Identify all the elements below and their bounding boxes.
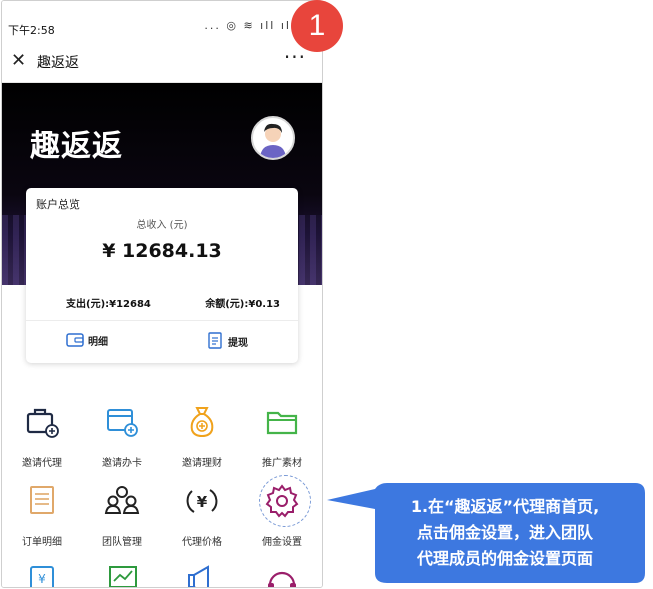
status-icons: ... ◎ ≋ ıll ıll: [204, 19, 296, 32]
more-menu-icon[interactable]: ···: [284, 45, 306, 69]
callout-line-3: 代理成员的佣金设置页面: [416, 549, 593, 568]
yuan-refresh-icon: ¥: [186, 489, 218, 513]
withdraw-label: 提现: [228, 337, 248, 349]
detail-button[interactable]: 明细: [66, 332, 108, 348]
grid-item-team-manage[interactable]: 团队管理: [82, 481, 162, 548]
balance-value: 余额(元):¥0.13: [205, 299, 280, 310]
megaphone-icon: [188, 565, 209, 587]
grid-label: 订单明细: [22, 537, 62, 548]
brand-title: 趣返返: [30, 129, 123, 164]
grid-item-invite-agent[interactable]: 邀请代理: [2, 402, 82, 469]
avatar-icon: [260, 123, 286, 158]
card-divider: [26, 320, 298, 321]
grid-label: 团队管理: [102, 537, 142, 548]
grid-item-order-detail[interactable]: 订单明细: [2, 481, 82, 548]
phone-screen: 下午2:58 ... ◎ ≋ ıll ıll ✕ 趣返返 ··· 趣返返 账户总…: [1, 0, 323, 588]
callout-line-1: 1.在“趣返返”代理商首页,: [410, 497, 600, 516]
card-plus-icon: [107, 409, 138, 437]
total-income-label: 总收入 (元): [136, 220, 188, 231]
withdraw-button[interactable]: 提现: [206, 332, 248, 350]
close-icon[interactable]: ✕: [11, 50, 26, 71]
money-bag-icon: [190, 407, 214, 438]
grid-item-row3-1[interactable]: ¥: [2, 563, 82, 587]
account-overview-card: 账户总览 总收入 (元) ¥ 12684.13 支出(元):¥12684 余额(…: [26, 188, 298, 363]
grid-item-row3-4[interactable]: [242, 563, 322, 587]
folder-icon: [266, 411, 298, 435]
status-bar: 下午2:58 ... ◎ ≋ ıll ıll: [2, 1, 322, 41]
highlight-ring: [259, 475, 311, 527]
grid-label: 推广素材: [262, 458, 302, 469]
nav-bar: ✕ 趣返返 ···: [2, 41, 322, 83]
page-title: 趣返返: [37, 55, 79, 71]
step-number-badge: 1: [291, 0, 343, 52]
callout-line-2: 点击佣金设置，进入团队: [416, 523, 593, 542]
presentation-icon: [108, 566, 137, 587]
svg-text:¥: ¥: [197, 493, 208, 511]
grid-item-row3-3[interactable]: [162, 563, 242, 587]
grid-item-agent-price[interactable]: ¥ 代理价格: [162, 481, 242, 548]
grid-label: 邀请办卡: [102, 458, 142, 469]
total-income-value: ¥ 12684.13: [102, 240, 222, 262]
grid-item-promo-material[interactable]: 推广素材: [242, 402, 322, 469]
expense-value: 支出(元):¥12684: [66, 299, 151, 310]
calculator-icon: ¥: [30, 566, 54, 587]
status-time: 下午2:58: [8, 24, 55, 37]
avatar[interactable]: [251, 116, 295, 160]
detail-label: 明细: [88, 336, 108, 348]
card-title: 账户总览: [36, 198, 80, 211]
headset-icon: [268, 571, 296, 587]
grid-item-invite-card[interactable]: 邀请办卡: [82, 402, 162, 469]
grid-label: 代理价格: [182, 537, 222, 548]
briefcase-plus-icon: [26, 408, 59, 438]
svg-text:¥: ¥: [38, 572, 46, 586]
grid-label: 邀请代理: [22, 458, 62, 469]
callout-text: 1.在“趣返返”代理商首页, 点击佣金设置，进入团队 代理成员的佣金设置页面: [368, 494, 642, 572]
grid-item-row3-2[interactable]: [82, 563, 162, 587]
grid-label: 佣金设置: [262, 537, 302, 548]
wallet-icon: [66, 333, 84, 347]
grid-label: 邀请理财: [182, 458, 222, 469]
team-icon: [104, 486, 140, 514]
document-icon: [208, 332, 222, 349]
order-list-icon: [30, 486, 54, 514]
grid-item-invite-finance[interactable]: 邀请理财: [162, 402, 242, 469]
